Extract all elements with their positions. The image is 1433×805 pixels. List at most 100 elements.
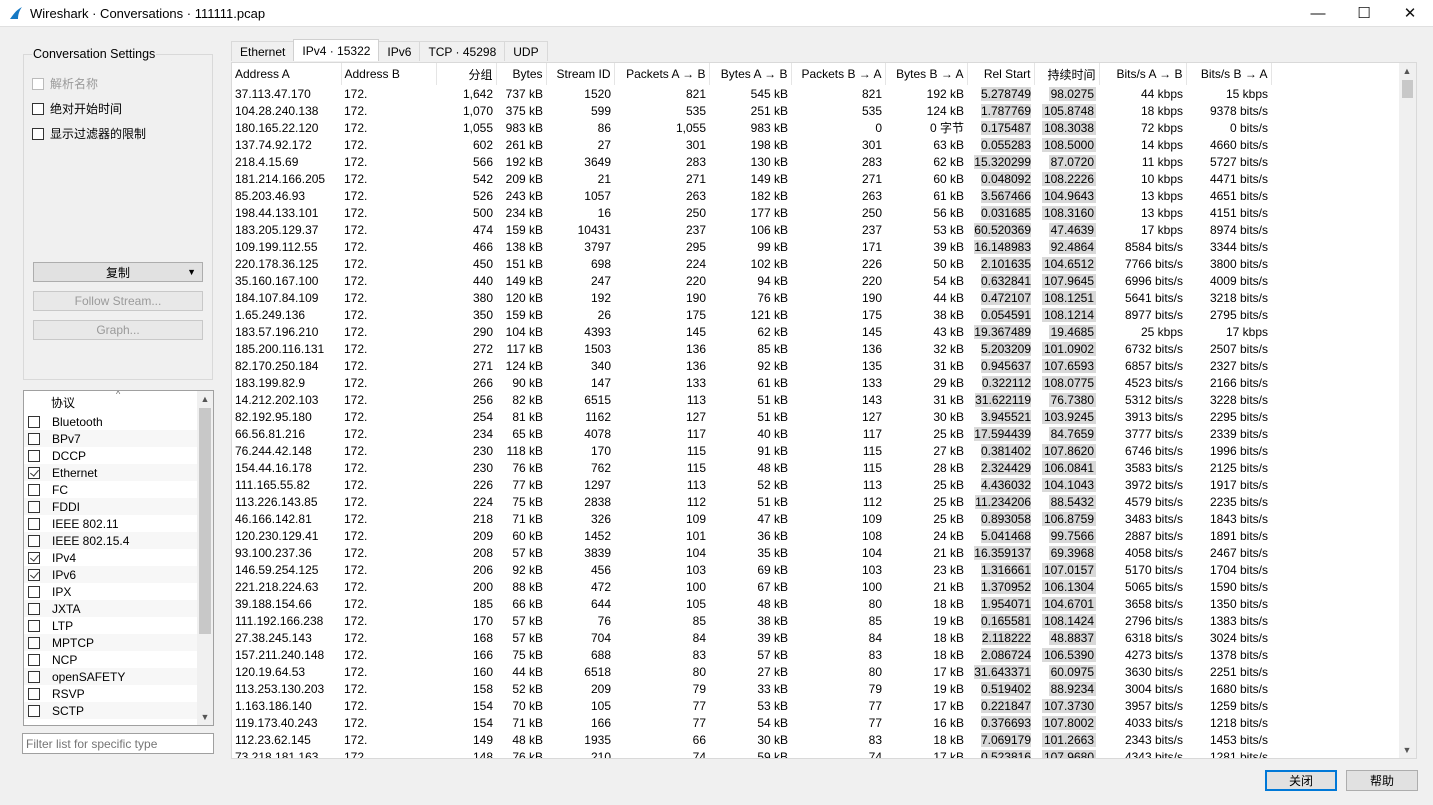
table-row[interactable]: 93.100.237.36 172. 208 57 kB 3839 104 35 kB 104… (232, 544, 1271, 561)
protocol-checkbox[interactable] (28, 415, 40, 428)
table-row[interactable]: 37.113.47.170 172. 1,642 737 kB 1520 821 545 k… (232, 85, 1271, 102)
col-packets[interactable]: 分组 (436, 63, 497, 85)
protocol-list-header[interactable]: 协议 ^ (24, 391, 213, 413)
table-row[interactable]: 218.4.15.69 172. 566 192 kB 3649 283 130 kB 283… (232, 153, 1271, 170)
protocol-item[interactable]: MPTCP (24, 634, 213, 651)
table-row[interactable]: 137.74.92.172 172. 602 261 kB 27 301 198 kB 301… (232, 136, 1271, 153)
protocol-checkbox[interactable] (28, 636, 40, 649)
table-row[interactable]: 180.165.22.120 172. 1,055 983 kB 86 1,055 983 … (232, 119, 1271, 136)
maximize-button[interactable]: ☐ (1341, 0, 1387, 26)
tab-tcp[interactable]: TCP · 45298 (419, 41, 506, 61)
protocol-item[interactable]: RSVP (24, 685, 213, 702)
table-row[interactable]: 85.203.46.93 172. 526 243 kB 1057 263 182 kB 26… (232, 187, 1271, 204)
scroll-down-icon[interactable]: ▼ (197, 709, 213, 725)
col-bits-b-a[interactable]: Bits/s B → A (1186, 63, 1272, 85)
protocol-checkbox[interactable] (28, 602, 40, 615)
protocol-item[interactable]: Ethernet (24, 464, 213, 481)
protocol-checkbox[interactable] (28, 585, 40, 598)
table-scroll-up-icon[interactable]: ▲ (1399, 63, 1415, 79)
table-row[interactable]: 119.173.40.243 172. 154 71 kB 166 77 54 kB 77 16… (232, 714, 1271, 731)
name-resolution-option[interactable]: 解析名称 (32, 75, 98, 92)
protocol-checkbox[interactable] (28, 653, 40, 666)
col-packets-a-b[interactable]: Packets A → B (614, 63, 710, 85)
protocol-item[interactable]: SCTP (24, 702, 213, 719)
close-button[interactable]: 关闭 (1265, 770, 1337, 791)
table-scrollbar-thumb[interactable] (1402, 80, 1413, 98)
table-row[interactable]: 113.226.143.85 172. 224 75 kB 2838 112 51 kB 11… (232, 493, 1271, 510)
table-row[interactable]: 154.44.16.178 172. 230 76 kB 762 115 48 kB 115 2… (232, 459, 1271, 476)
protocol-checkbox[interactable] (28, 449, 40, 462)
protocol-item[interactable]: DCCP (24, 447, 213, 464)
protocol-item[interactable]: Bluetooth (24, 413, 213, 430)
table-row[interactable]: 73.218.181.163 172. 148 76 kB 210 74 59 kB 74 17… (232, 748, 1271, 758)
protocol-checkbox[interactable] (28, 483, 40, 496)
table-scroll-down-icon[interactable]: ▼ (1399, 742, 1415, 758)
table-row[interactable]: 66.56.81.216 172. 234 65 kB 4078 117 40 kB 117 2… (232, 425, 1271, 442)
protocol-item[interactable]: JXTA (24, 600, 213, 617)
table-row[interactable]: 35.160.167.100 172. 440 149 kB 247 220 94 kB 22… (232, 272, 1271, 289)
table-row[interactable]: 39.188.154.66 172. 185 66 kB 644 105 48 kB 80 18… (232, 595, 1271, 612)
col-rel-start[interactable]: Rel Start (967, 63, 1035, 85)
table-row[interactable]: 183.199.82.9 172. 266 90 kB 147 133 61 kB 133 29… (232, 374, 1271, 391)
table-row[interactable]: 14.212.202.103 172. 256 82 kB 6515 113 51 kB 14… (232, 391, 1271, 408)
protocol-item[interactable]: IPv4 (24, 549, 213, 566)
protocol-item[interactable]: IPX (24, 583, 213, 600)
table-row[interactable]: 120.230.129.41 172. 209 60 kB 1452 101 36 kB 10… (232, 527, 1271, 544)
protocol-item[interactable]: openSAFETY (24, 668, 213, 685)
protocol-item[interactable]: FDDI (24, 498, 213, 515)
table-row[interactable]: 220.178.36.125 172. 450 151 kB 698 224 102 kB 2… (232, 255, 1271, 272)
protocol-list[interactable]: 协议 ^ Bluetooth BPv7 DCCP Ethernet FC FDDI IEEE… (23, 390, 214, 726)
limit-filter-option[interactable]: 显示过滤器的限制 (32, 125, 146, 142)
protocol-list-scrollbar[interactable]: ▲ ▼ (197, 391, 213, 725)
protocol-item[interactable]: IEEE 802.15.4 (24, 532, 213, 549)
col-stream-id[interactable]: Stream ID (546, 63, 615, 85)
table-row[interactable]: 111.165.55.82 172. 226 77 kB 1297 113 52 kB 113… (232, 476, 1271, 493)
table-row[interactable]: 157.211.240.148 172. 166 75 kB 688 83 57 kB 83 1… (232, 646, 1271, 663)
follow-stream-button[interactable]: Follow Stream... (33, 291, 203, 311)
table-row[interactable]: 82.192.95.180 172. 254 81 kB 1162 127 51 kB 127… (232, 408, 1271, 425)
table-scrollbar[interactable]: ▲ ▼ (1399, 63, 1416, 758)
col-address-a[interactable]: Address A (232, 63, 342, 85)
protocol-item[interactable]: IPv6 (24, 566, 213, 583)
table-row[interactable]: 183.205.129.37 172. 474 159 kB 10431 237 106 k… (232, 221, 1271, 238)
col-duration[interactable]: 持续时间 (1034, 63, 1100, 85)
table-row[interactable]: 82.170.250.184 172. 271 124 kB 340 136 92 kB 13… (232, 357, 1271, 374)
table-row[interactable]: 120.19.64.53 172. 160 44 kB 6518 80 27 kB 80 17 … (232, 663, 1271, 680)
protocol-checkbox[interactable] (28, 432, 40, 445)
col-bits-a-b[interactable]: Bits/s A → B (1099, 63, 1187, 85)
protocol-checkbox[interactable] (28, 517, 40, 530)
table-row[interactable]: 27.38.245.143 172. 168 57 kB 704 84 39 kB 84 18 … (232, 629, 1271, 646)
table-row[interactable]: 109.199.112.55 172. 466 138 kB 3797 295 99 kB 1… (232, 238, 1271, 255)
protocol-item[interactable]: LTP (24, 617, 213, 634)
table-row[interactable]: 146.59.254.125 172. 206 92 kB 456 103 69 kB 103… (232, 561, 1271, 578)
tab-ipv4[interactable]: IPv4 · 15322 (293, 39, 380, 61)
tab-ipv6[interactable]: IPv6 (378, 41, 421, 61)
protocol-item[interactable]: NCP (24, 651, 213, 668)
tab-udp[interactable]: UDP (504, 41, 548, 61)
protocol-checkbox[interactable] (28, 466, 40, 479)
table-row[interactable]: 112.23.62.145 172. 149 48 kB 1935 66 30 kB 83 18… (232, 731, 1271, 748)
absolute-time-checkbox[interactable] (32, 102, 44, 115)
protocol-scrollbar-thumb[interactable] (199, 408, 211, 634)
absolute-time-option[interactable]: 绝对开始时间 (32, 100, 122, 117)
protocol-checkbox[interactable] (28, 687, 40, 700)
table-row[interactable]: 104.28.240.138 172. 1,070 375 kB 599 535 251 k… (232, 102, 1271, 119)
protocol-checkbox[interactable] (28, 568, 40, 581)
table-row[interactable]: 1.163.186.140 172. 154 70 kB 105 77 53 kB 77 17 … (232, 697, 1271, 714)
name-resolution-checkbox[interactable] (32, 77, 44, 90)
protocol-filter-input[interactable] (22, 733, 214, 754)
table-row[interactable]: 46.166.142.81 172. 218 71 kB 326 109 47 kB 109 2… (232, 510, 1271, 527)
col-address-b[interactable]: Address B (341, 63, 437, 85)
table-row[interactable]: 198.44.133.101 172. 500 234 kB 16 250 177 kB 25… (232, 204, 1271, 221)
minimize-button[interactable]: — (1295, 0, 1341, 26)
protocol-checkbox[interactable] (28, 670, 40, 683)
table-row[interactable]: 181.214.166.205 172. 542 209 kB 21 271 149 kB 2… (232, 170, 1271, 187)
scroll-up-icon[interactable]: ▲ (197, 391, 213, 407)
protocol-item[interactable]: BPv7 (24, 430, 213, 447)
protocol-item[interactable]: FC (24, 481, 213, 498)
protocol-item[interactable]: IEEE 802.11 (24, 515, 213, 532)
protocol-checkbox[interactable] (28, 704, 40, 717)
protocol-checkbox[interactable] (28, 534, 40, 547)
table-row[interactable]: 113.253.130.203 172. 158 52 kB 209 79 33 kB 79 1… (232, 680, 1271, 697)
col-bytes-b-a[interactable]: Bytes B → A (885, 63, 968, 85)
